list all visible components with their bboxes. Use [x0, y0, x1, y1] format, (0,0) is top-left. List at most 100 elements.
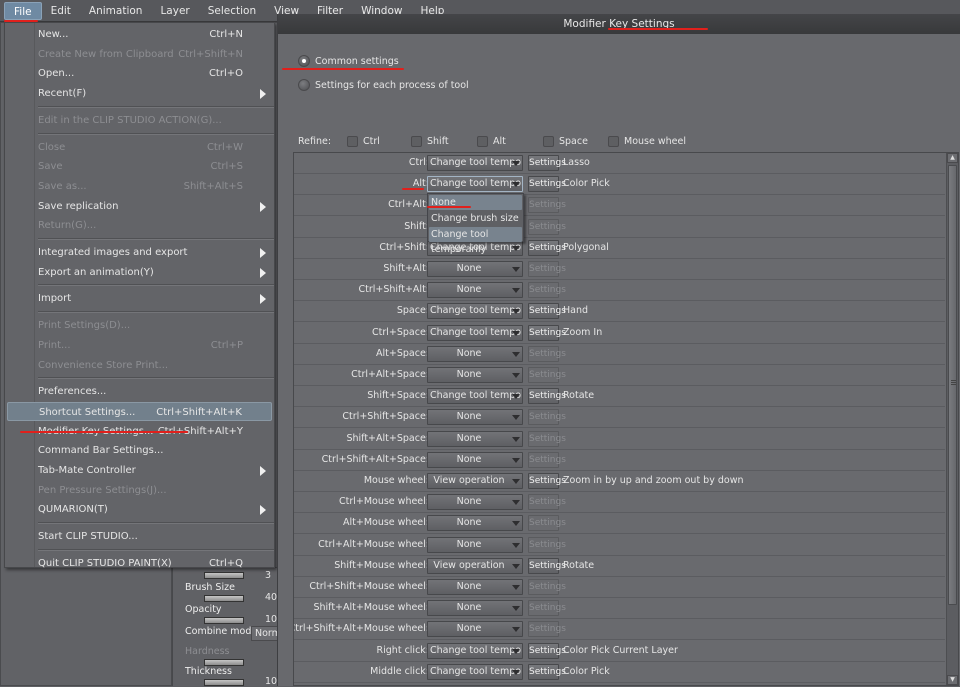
file-menu-item[interactable]: Save replication: [7, 197, 272, 216]
checkbox-icon[interactable]: [477, 136, 488, 147]
dropdown-option[interactable]: Change tool temporarily: [429, 227, 522, 255]
settings-button[interactable]: Settings: [528, 642, 566, 659]
menu-file[interactable]: File: [4, 1, 42, 20]
file-menu-item[interactable]: Pen Pressure Settings(J)...: [7, 481, 272, 500]
settings-button[interactable]: Settings: [528, 324, 566, 341]
menu-animation[interactable]: Animation: [80, 2, 152, 20]
action-select[interactable]: Change tool temporarily: [427, 176, 523, 193]
action-select[interactable]: Change tool temporarily: [427, 642, 523, 659]
file-menu-item[interactable]: Start CLIP STUDIO...: [7, 527, 272, 546]
file-menu-item[interactable]: Close Ctrl+W: [7, 138, 272, 157]
tool-property-slider[interactable]: [204, 679, 244, 686]
file-menu-item[interactable]: Save Ctrl+S: [7, 157, 272, 176]
radio-each-process[interactable]: Settings for each process of tool: [298, 79, 469, 91]
action-select[interactable]: None: [427, 600, 523, 617]
settings-button[interactable]: Settings: [528, 663, 566, 680]
action-select[interactable]: Change tool temporarily: [427, 324, 523, 341]
file-menu-item[interactable]: Save as... Shift+Alt+S: [7, 177, 272, 196]
action-select[interactable]: None: [427, 451, 523, 468]
select-value: None: [456, 602, 482, 614]
action-select[interactable]: None: [427, 621, 523, 638]
tool-property-slider[interactable]: [204, 595, 244, 602]
file-menu-item[interactable]: Print... Ctrl+P: [7, 336, 272, 355]
file-menu-item[interactable]: Command Bar Settings...: [7, 441, 272, 460]
radio-button-icon[interactable]: [298, 79, 310, 91]
refine-checkbox-alt[interactable]: Alt: [477, 136, 506, 147]
settings-button[interactable]: Settings: [528, 388, 566, 405]
menu-layer[interactable]: Layer: [151, 2, 198, 20]
radio-common-settings[interactable]: Common settings: [298, 55, 399, 67]
modifier-key-label: Space:: [396, 305, 429, 317]
file-menu-item[interactable]: Edit in the CLIP STUDIO ACTION(G)...: [7, 111, 272, 130]
scroll-down-button[interactable]: ▼: [947, 675, 958, 685]
file-menu-item[interactable]: QUMARION(T): [7, 500, 272, 519]
annotation-underline-modifier-key: [20, 431, 188, 433]
select-value: View operation: [433, 559, 505, 571]
file-menu-item[interactable]: New... Ctrl+N: [7, 25, 272, 44]
tool-property-slider[interactable]: [204, 617, 244, 624]
action-select[interactable]: None: [427, 282, 523, 299]
file-menu-item[interactable]: Open... Ctrl+O: [7, 64, 272, 83]
checkbox-label: Alt: [493, 136, 506, 147]
settings-button[interactable]: Settings: [528, 155, 566, 171]
action-select[interactable]: Change tool temporarily: [427, 155, 523, 171]
action-select[interactable]: View operation: [427, 557, 523, 574]
menu-item-label: Save as...: [38, 180, 87, 192]
refine-checkbox-space[interactable]: Space: [543, 136, 588, 147]
action-select[interactable]: None: [427, 536, 523, 553]
action-select[interactable]: Change tool temporarily: [427, 663, 523, 680]
settings-button[interactable]: Settings: [528, 303, 566, 320]
radio-button-icon[interactable]: [298, 55, 310, 67]
settings-button[interactable]: Settings: [528, 473, 566, 489]
scroll-up-button[interactable]: ▲: [947, 153, 958, 163]
file-menu-item[interactable]: Quit CLIP STUDIO PAINT(X) Ctrl+Q: [7, 554, 272, 573]
action-select[interactable]: None: [427, 409, 523, 426]
table-scrollbar[interactable]: ▲ ▼: [946, 153, 958, 685]
tool-property-slider[interactable]: [204, 659, 244, 666]
file-menu-item[interactable]: Shortcut Settings... Ctrl+Shift+Alt+K: [7, 401, 272, 421]
menu-selection[interactable]: Selection: [199, 2, 265, 20]
settings-button[interactable]: Settings: [528, 239, 566, 256]
dropdown-option[interactable]: Change brush size: [429, 211, 522, 226]
menu-item-label: Return(G)...: [38, 220, 97, 232]
action-select[interactable]: View operation: [427, 473, 523, 489]
file-menu-item[interactable]: Integrated images and export: [7, 243, 272, 262]
select-value: Change tool temporarily: [430, 390, 522, 402]
file-menu-item[interactable]: Create New from Clipboard Ctrl+Shift+N: [7, 45, 272, 64]
scroll-thumb[interactable]: [948, 165, 957, 605]
checkbox-icon[interactable]: [608, 136, 619, 147]
file-menu-item[interactable]: Preferences...: [7, 382, 272, 401]
action-select[interactable]: None: [427, 494, 523, 511]
action-select[interactable]: Change tool temporarily: [427, 303, 523, 320]
refine-checkbox-ctrl[interactable]: Ctrl: [347, 136, 380, 147]
refine-checkbox-mouse-wheel[interactable]: Mouse wheel: [608, 136, 686, 147]
modifier-key-label: Middle click:: [370, 665, 429, 677]
tool-property-slider[interactable]: [204, 572, 244, 579]
tool-property-label: Combine mode: [185, 626, 258, 637]
file-menu-item[interactable]: Convenience Store Print...: [7, 356, 272, 375]
file-menu-item[interactable]: Import: [7, 289, 272, 308]
settings-button[interactable]: Settings: [528, 557, 566, 574]
file-menu-item[interactable]: Recent(F): [7, 84, 272, 103]
settings-button[interactable]: Settings: [528, 176, 566, 193]
chevron-down-icon: [512, 267, 520, 272]
checkbox-icon[interactable]: [411, 136, 422, 147]
action-select[interactable]: None: [427, 345, 523, 362]
menu-edit[interactable]: Edit: [42, 2, 80, 20]
action-select[interactable]: Change tool temporarily: [427, 388, 523, 405]
action-select[interactable]: None: [427, 430, 523, 447]
action-select[interactable]: None: [427, 579, 523, 595]
action-select[interactable]: None: [427, 367, 523, 383]
annotation-underline-title: [608, 28, 708, 30]
file-menu-item[interactable]: Tab-Mate Controller: [7, 461, 272, 480]
action-select[interactable]: None: [427, 515, 523, 532]
refine-checkbox-shift[interactable]: Shift: [411, 136, 449, 147]
file-menu-item[interactable]: Export an animation(Y): [7, 263, 272, 282]
checkbox-icon[interactable]: [543, 136, 554, 147]
settings-button: Settings: [528, 494, 566, 511]
chevron-down-icon: [512, 627, 520, 633]
file-menu-item[interactable]: Return(G)...: [7, 216, 272, 235]
checkbox-icon[interactable]: [347, 136, 358, 147]
file-menu-item[interactable]: Print Settings(D)...: [7, 316, 272, 335]
action-select[interactable]: None: [427, 261, 523, 277]
